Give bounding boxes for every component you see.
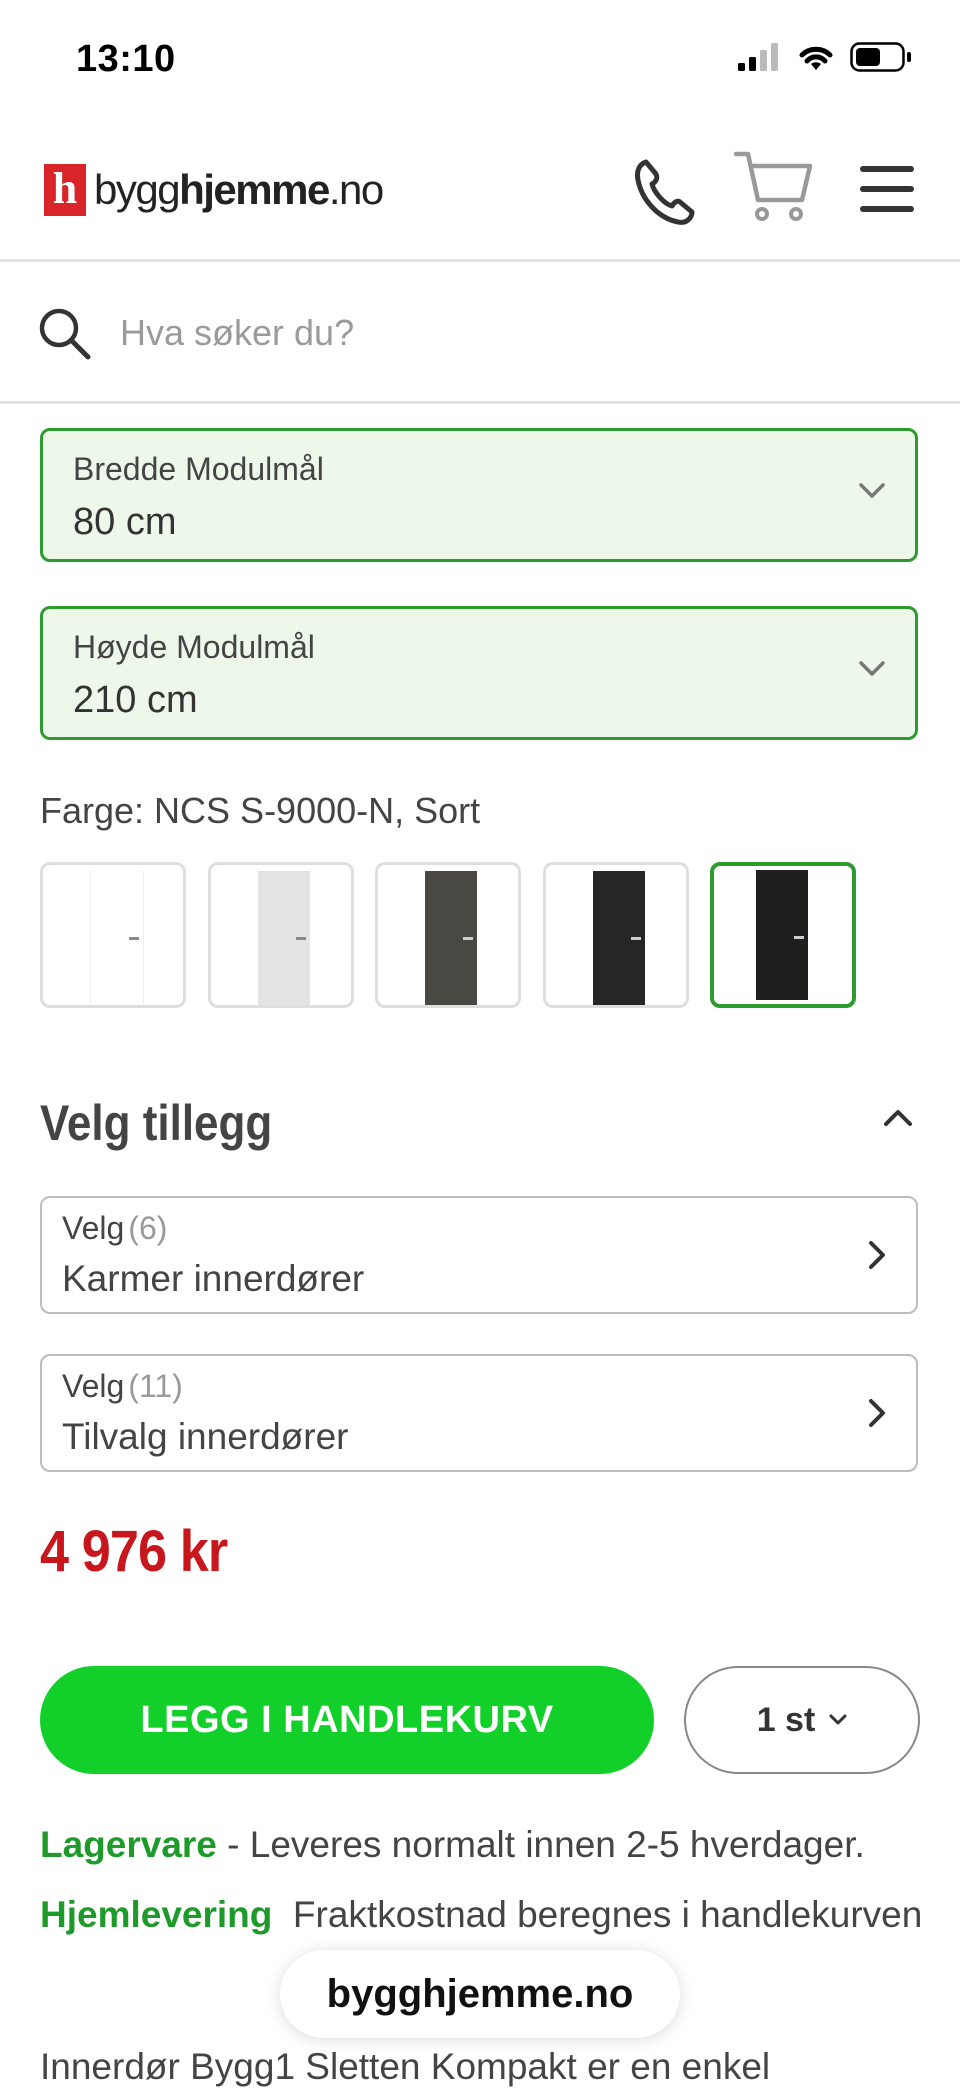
site-header: h bygghjemme.no bbox=[0, 120, 960, 262]
home-delivery-info: Hjemlevering Fraktkostnad beregnes i han… bbox=[40, 1886, 930, 1944]
addon-options-row[interactable]: Velg (11) Tilvalg innerdører bbox=[40, 1354, 918, 1472]
chevron-down-icon bbox=[859, 661, 885, 676]
status-bar: 13:10 bbox=[0, 0, 960, 120]
chevron-right-icon bbox=[869, 1399, 885, 1427]
wifi-icon bbox=[799, 46, 833, 70]
addon-count: (6) bbox=[128, 1210, 168, 1246]
color-swatch-white[interactable] bbox=[40, 862, 186, 1008]
width-select-value: 80 cm bbox=[73, 501, 177, 543]
door-image bbox=[90, 871, 144, 1005]
cart-button[interactable] bbox=[733, 148, 814, 233]
addon-count: (11) bbox=[128, 1368, 183, 1404]
search-bar bbox=[0, 262, 960, 404]
addon-frames-row[interactable]: Velg (6) Karmer innerdører bbox=[40, 1196, 918, 1314]
width-select-label: Bredde Modulmål bbox=[73, 451, 324, 487]
logo-text: bygghjemme.no bbox=[94, 166, 384, 213]
color-swatch-black-selected[interactable] bbox=[710, 862, 856, 1008]
phone-button[interactable] bbox=[632, 156, 696, 233]
door-image bbox=[756, 870, 808, 1000]
product-description: Innerdør Bygg1 Sletten Kompakt er en enk… bbox=[40, 2046, 771, 2087]
chevron-right-icon bbox=[869, 1241, 885, 1269]
addons-collapse-button[interactable] bbox=[884, 1108, 912, 1131]
color-swatch-dark-grey[interactable] bbox=[375, 862, 521, 1008]
status-icons bbox=[738, 42, 912, 72]
chevron-down-icon bbox=[859, 483, 885, 498]
addon-prefix: Velg bbox=[62, 1210, 125, 1246]
height-select[interactable]: Høyde Modulmål 210 cm bbox=[40, 606, 918, 740]
color-swatch-charcoal[interactable] bbox=[543, 862, 689, 1008]
chevron-down-icon bbox=[829, 1714, 847, 1725]
stock-label: Lagervare bbox=[40, 1824, 217, 1865]
addons-section-title: Velg tillegg bbox=[40, 1095, 273, 1151]
addon-name: Tilvalg innerdører bbox=[62, 1416, 349, 1457]
logo-mark: h bbox=[44, 164, 86, 216]
width-select[interactable]: Bredde Modulmål 80 cm bbox=[40, 428, 918, 562]
quantity-select[interactable]: 1 st bbox=[684, 1666, 920, 1774]
cellular-signal-icon bbox=[738, 43, 778, 71]
stock-text: - Leveres normalt innen 2-5 hverdager. bbox=[216, 1824, 865, 1865]
url-pill[interactable]: bygghjemme.no bbox=[280, 1950, 680, 2038]
hamburger-menu-icon bbox=[860, 166, 914, 212]
search-icon bbox=[39, 308, 91, 360]
menu-button[interactable] bbox=[860, 166, 914, 217]
home-delivery-text: Fraktkostnad beregnes i handlekurven bbox=[272, 1894, 923, 1935]
cart-icon bbox=[733, 151, 813, 221]
color-swatch-light-grey[interactable] bbox=[208, 862, 354, 1008]
addon-name: Karmer innerdører bbox=[62, 1258, 365, 1299]
search-input[interactable] bbox=[118, 304, 882, 362]
product-price: 4 976 kr bbox=[40, 1519, 228, 1584]
phone-icon bbox=[635, 159, 695, 225]
height-select-value: 210 cm bbox=[73, 679, 198, 721]
site-logo[interactable]: h bygghjemme.no bbox=[44, 164, 384, 216]
addon-prefix: Velg bbox=[62, 1368, 125, 1404]
door-image bbox=[593, 871, 645, 1005]
height-select-label: Høyde Modulmål bbox=[73, 629, 315, 665]
battery-icon bbox=[850, 42, 911, 72]
stock-info: Lagervare - Leveres normalt innen 2-5 hv… bbox=[40, 1816, 930, 1874]
door-image bbox=[425, 871, 477, 1005]
chevron-up-icon bbox=[884, 1110, 912, 1126]
status-time: 13:10 bbox=[76, 38, 176, 80]
door-image bbox=[258, 871, 310, 1005]
add-to-cart-button[interactable]: LEGG I HANDLEKURV bbox=[40, 1666, 654, 1774]
color-label: Farge: NCS S-9000-N, Sort bbox=[40, 790, 481, 831]
quantity-value: 1 st bbox=[756, 1700, 816, 1739]
home-delivery-label: Hjemlevering bbox=[40, 1894, 273, 1935]
